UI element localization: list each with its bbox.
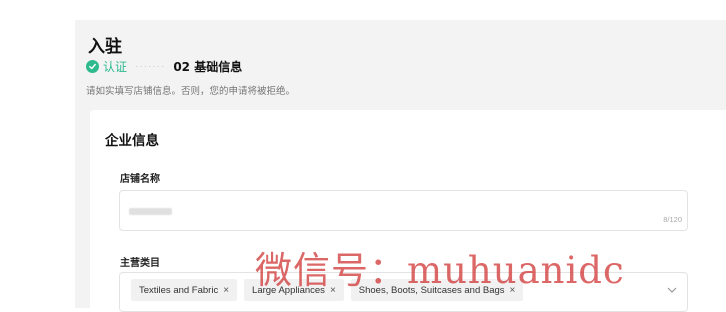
category-tag-label: Shoes, Boots, Suitcases and Bags (358, 284, 505, 296)
instruction-note: 请如实填写店铺信息。否则，您的申请将被拒绝。 (86, 86, 296, 97)
main-category-label: 主营类目 (120, 258, 160, 269)
char-counter: 8/120 (663, 215, 682, 224)
store-name-label: 店铺名称 (120, 174, 160, 185)
close-icon[interactable]: × (330, 285, 336, 296)
main-category-select[interactable]: Textiles and Fabric × Large Appliances ×… (119, 272, 688, 312)
step-verification: 认证 (103, 59, 128, 74)
category-tag: Textiles and Fabric × (131, 279, 238, 301)
check-circle-icon (86, 59, 99, 73)
step-separator: ······· (135, 60, 166, 72)
close-icon[interactable]: × (223, 285, 229, 296)
close-icon[interactable]: × (510, 285, 516, 296)
category-tag: Large Appliances × (244, 279, 344, 301)
category-tag: Shoes, Boots, Suitcases and Bags × (350, 279, 524, 301)
redacted-store-name (129, 208, 172, 215)
category-tags: Textiles and Fabric × Large Appliances ×… (131, 279, 524, 301)
step-indicator: 认证 ······· 02 基础信息 (86, 58, 242, 74)
store-name-input[interactable]: 8/120 (119, 190, 688, 231)
page-title: 入驻 (88, 37, 122, 57)
chevron-down-icon[interactable] (667, 285, 677, 295)
section-title: 企业信息 (105, 133, 159, 149)
step-basic-info: 02 基础信息 (173, 59, 243, 74)
category-tag-label: Textiles and Fabric (139, 284, 219, 296)
category-tag-label: Large Appliances (252, 284, 325, 296)
